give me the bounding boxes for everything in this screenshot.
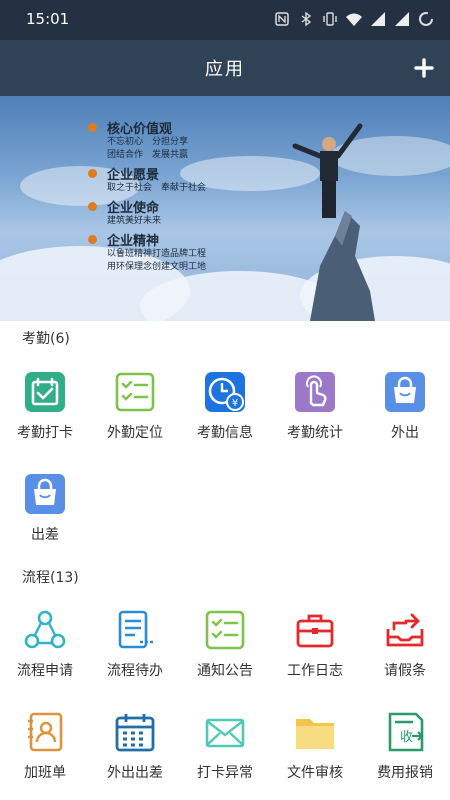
app-go-out[interactable]: 外出 bbox=[360, 371, 450, 461]
app-flow-todo[interactable]: 流程待办 bbox=[90, 609, 180, 699]
app-label: 加班单 bbox=[24, 765, 66, 781]
app-leave-request[interactable]: 请假条 bbox=[360, 609, 450, 699]
app-label: 打卡异常 bbox=[197, 765, 253, 781]
app-flow-apply[interactable]: 流程申请 bbox=[0, 609, 90, 699]
app-label: 通知公告 bbox=[197, 663, 253, 679]
app-label: 外出 bbox=[391, 425, 419, 441]
app-label: 流程待办 bbox=[107, 663, 163, 679]
calendar-grid-icon bbox=[115, 714, 155, 752]
app-label: 考勤统计 bbox=[287, 425, 343, 441]
bag-icon bbox=[385, 372, 425, 412]
banner-heading: 企业愿景 bbox=[88, 164, 206, 183]
calendar-check-icon bbox=[25, 372, 65, 412]
vibrate-icon bbox=[323, 12, 337, 26]
app-header: 应用 bbox=[0, 40, 450, 96]
status-time: 15:01 bbox=[26, 10, 70, 28]
bullet-dot bbox=[88, 201, 97, 211]
app-label: 工作日志 bbox=[287, 663, 343, 679]
app-label: 流程申请 bbox=[17, 663, 73, 679]
banner-line: 不忘初心 分担分享 bbox=[107, 137, 189, 147]
app-overtime[interactable]: 加班单 bbox=[0, 711, 90, 800]
app-label: 外勤定位 bbox=[107, 425, 163, 441]
banner-values: 核心价值观 不忘初心 分担分享 团结合作 发展共赢 企业愿景 取之于社会 奉献于… bbox=[88, 116, 206, 274]
banner-heading-text: 企业愿景 bbox=[107, 167, 160, 183]
hand-tap-icon bbox=[295, 372, 335, 412]
page-title: 应用 bbox=[205, 59, 245, 80]
app-label: 考勤打卡 bbox=[17, 425, 73, 441]
app-label: 费用报销 bbox=[377, 765, 433, 781]
attendance-section-title: 考勤(6) bbox=[22, 331, 70, 347]
bullet-dot bbox=[88, 122, 97, 132]
banner-line: 以鲁班精神打造品牌工程 bbox=[107, 249, 207, 259]
folder-icon bbox=[296, 719, 334, 749]
app-outing-trip[interactable]: 外出出差 bbox=[90, 711, 180, 800]
contact-card-icon bbox=[28, 712, 63, 752]
bullet-dot bbox=[88, 168, 97, 178]
nfc-icon bbox=[275, 12, 289, 26]
app-business-trip[interactable]: 出差 bbox=[0, 473, 90, 563]
clock-yen-icon: ¥ bbox=[205, 372, 245, 412]
bullet-dot bbox=[88, 234, 97, 244]
businessman-on-rock-illustration bbox=[292, 123, 375, 321]
battery-loading-icon bbox=[419, 12, 433, 26]
app-expense-claim[interactable]: 收 费用报销 bbox=[360, 711, 450, 800]
banner-heading: 企业精神 bbox=[88, 230, 206, 249]
banner-line: 建筑美好未来 bbox=[107, 216, 162, 226]
banner-line: 取之于社会 奉献于社会 bbox=[107, 183, 207, 193]
app-label: 请假条 bbox=[384, 663, 426, 679]
app-attendance-checkin[interactable]: 考勤打卡 bbox=[0, 371, 90, 461]
app-label: 考勤信息 bbox=[197, 425, 253, 441]
banner-heading: 企业使命 bbox=[88, 197, 206, 216]
app-checkin-exception[interactable]: 打卡异常 bbox=[180, 711, 270, 800]
svg-text:¥: ¥ bbox=[232, 398, 238, 409]
toolbox-icon bbox=[296, 614, 334, 648]
bag-icon bbox=[25, 474, 65, 514]
app-notice[interactable]: 通知公告 bbox=[180, 609, 270, 699]
app-label: 出差 bbox=[31, 527, 59, 543]
app-label: 外出出差 bbox=[107, 765, 163, 781]
banner-heading-text: 核心价值观 bbox=[107, 121, 173, 137]
status-bar: 15:01 bbox=[0, 0, 450, 40]
workflow-section-title: 流程(13) bbox=[22, 570, 79, 586]
banner-image: 核心价值观 不忘初心 分担分享 团结合作 发展共赢 企业愿景 取之于社会 奉献于… bbox=[0, 96, 450, 321]
svg-text:收: 收 bbox=[400, 730, 413, 745]
checklist-icon bbox=[205, 610, 245, 650]
app-field-location[interactable]: 外勤定位 bbox=[90, 371, 180, 461]
app-attendance-info[interactable]: ¥ 考勤信息 bbox=[180, 371, 270, 461]
status-icons bbox=[274, 11, 434, 27]
receipt-icon: 收 bbox=[388, 712, 424, 752]
signal-icon bbox=[371, 12, 385, 26]
banner-heading: 核心价值观 bbox=[88, 118, 206, 137]
document-list-icon bbox=[118, 610, 153, 649]
app-attendance-stats[interactable]: 考勤统计 bbox=[270, 371, 360, 461]
app-label: 文件审核 bbox=[287, 765, 343, 781]
tray-upload-icon bbox=[386, 613, 424, 647]
add-button[interactable] bbox=[410, 54, 438, 82]
signal-icon-2 bbox=[395, 12, 409, 26]
banner-line: 用环保理念创建文明工地 bbox=[107, 262, 207, 272]
banner-line: 团结合作 发展共赢 bbox=[107, 150, 189, 160]
envelope-icon bbox=[205, 718, 245, 748]
checklist-icon bbox=[115, 372, 155, 412]
wifi-icon bbox=[346, 13, 362, 26]
app-file-review[interactable]: 文件审核 bbox=[270, 711, 360, 800]
banner-heading-text: 企业使命 bbox=[107, 200, 160, 216]
bluetooth-icon bbox=[301, 11, 312, 27]
banner-heading-text: 企业精神 bbox=[107, 233, 160, 249]
app-work-log[interactable]: 工作日志 bbox=[270, 609, 360, 699]
flow-nodes-icon bbox=[24, 610, 66, 649]
